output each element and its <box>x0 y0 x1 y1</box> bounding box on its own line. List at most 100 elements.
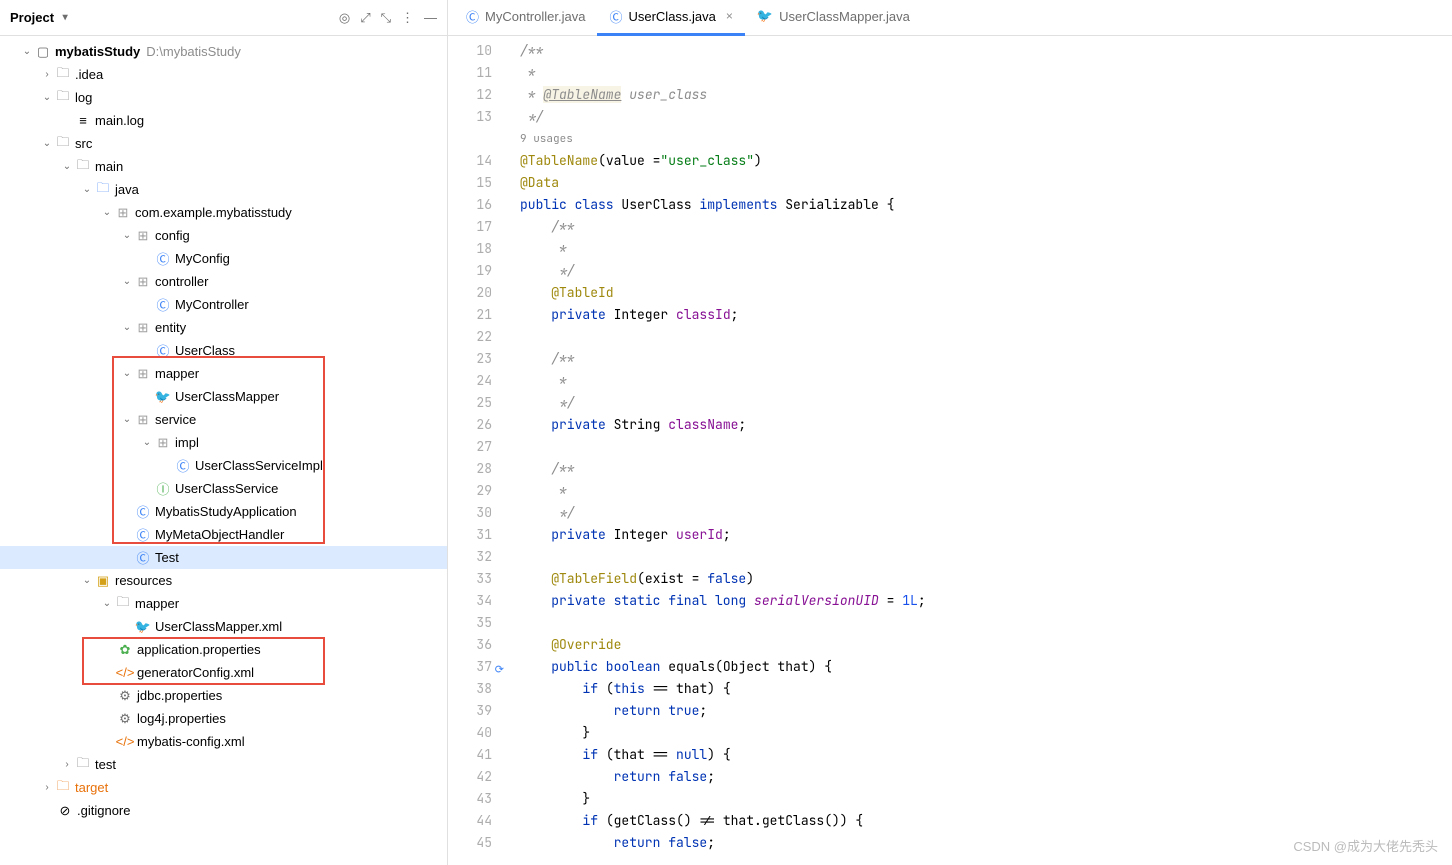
collapse-icon[interactable]: ⤡ <box>381 10 391 26</box>
tree-row[interactable]: ⌄⊞impl <box>0 431 447 454</box>
tree-row[interactable]: 🐦UserClassMapper <box>0 385 447 408</box>
editor-tab[interactable]: Ⓒ UserClass.java × <box>597 0 744 36</box>
folder-icon: 🗀 <box>54 133 72 155</box>
class-icon: Ⓒ <box>154 341 172 360</box>
tab-label: MyController.java <box>485 9 585 24</box>
tree-row[interactable]: ⚙jdbc.properties <box>0 684 447 707</box>
code[interactable]: /** * * @TableName user_class */9 usages… <box>506 36 1452 865</box>
chevron-down-icon: ⌄ <box>100 598 114 609</box>
properties-icon: ⚙ <box>116 711 134 727</box>
project-dropdown[interactable]: Project ▾ <box>10 10 72 25</box>
resources-folder-icon: ▣ <box>94 573 112 589</box>
tree-row[interactable]: ⒸUserClassServiceImpl <box>0 454 447 477</box>
chevron-right-icon: › <box>60 759 74 770</box>
tree-row[interactable]: ⌄🗀log <box>0 86 447 109</box>
editor-tab[interactable]: 🐦UserClassMapper.java <box>745 0 922 36</box>
editor-tabs: Ⓒ MyController.java Ⓒ UserClass.java × 🐦UserC… <box>448 0 1452 36</box>
xml-icon: </> <box>116 665 134 680</box>
gutter: 1011121314151617181920212223242526272829… <box>448 36 506 865</box>
chevron-down-icon: ⌄ <box>80 184 94 195</box>
chevron-down-icon: ⌄ <box>120 230 134 241</box>
package-icon: ⊞ <box>114 205 132 221</box>
chevron-down-icon: ⌄ <box>120 322 134 333</box>
tree-row[interactable]: ⊘.gitignore <box>0 799 447 822</box>
gitignore-icon: ⊘ <box>56 803 74 819</box>
locate-icon[interactable]: ◎ <box>339 10 350 26</box>
expand-icon[interactable]: ⤢ <box>360 10 370 26</box>
sidebar-header: Project ▾ ◎ ⤢ ⤡ ⋮ — <box>0 0 447 36</box>
tree-row[interactable]: ⒸTest <box>0 546 447 569</box>
chevron-down-icon: ⌄ <box>40 92 54 103</box>
project-sidebar: Project ▾ ◎ ⤢ ⤡ ⋮ — ⌄▢mybatisStudyD:\myb… <box>0 0 448 865</box>
tree-row[interactable]: ⌄🗀mapper <box>0 592 447 615</box>
xml-icon: </> <box>116 734 134 749</box>
properties-icon: ⚙ <box>116 688 134 704</box>
tree-row[interactable]: ✿application.properties <box>0 638 447 661</box>
class-icon: Ⓒ <box>134 548 152 567</box>
mybatis-icon: 🐦 <box>134 619 152 635</box>
code-editor[interactable]: 1011121314151617181920212223242526272829… <box>448 36 1452 865</box>
tree-row[interactable]: ›🗀.idea <box>0 63 447 86</box>
tree-row[interactable]: ⌄⊞config <box>0 224 447 247</box>
tree-row[interactable]: ⌄🗀java <box>0 178 447 201</box>
tree-row[interactable]: </>mybatis-config.xml <box>0 730 447 753</box>
folder-icon: 🗀 <box>54 87 72 109</box>
project-tree[interactable]: ⌄▢mybatisStudyD:\mybatisStudy ›🗀.idea ⌄🗀… <box>0 36 447 865</box>
chevron-down-icon: ⌄ <box>80 575 94 586</box>
tree-row[interactable]: ≡main.log <box>0 109 447 132</box>
tree-row[interactable]: ⌄⊞entity <box>0 316 447 339</box>
tree-row[interactable]: ⚙log4j.properties <box>0 707 447 730</box>
tree-row[interactable]: ⌄⊞service <box>0 408 447 431</box>
tree-row[interactable]: ⌄⊞controller <box>0 270 447 293</box>
tree-row[interactable]: 🐦UserClassMapper.xml <box>0 615 447 638</box>
usages-hint[interactable]: 9 usages <box>520 128 1452 150</box>
java-icon: Ⓒ <box>466 7 479 26</box>
tree-row[interactable]: </>generatorConfig.xml <box>0 661 447 684</box>
chevron-down-icon: ⌄ <box>20 46 34 57</box>
tree-row[interactable]: ⌄▢mybatisStudyD:\mybatisStudy <box>0 40 447 63</box>
folder-icon: 🗀 <box>74 156 92 178</box>
tree-row[interactable]: ⌄⊞com.example.mybatisstudy <box>0 201 447 224</box>
interface-icon: Ⓘ <box>154 479 172 498</box>
chevron-down-icon: ▾ <box>58 12 72 23</box>
file-icon: ≡ <box>74 113 92 128</box>
close-icon[interactable]: × <box>726 9 733 23</box>
chevron-down-icon: ⌄ <box>60 161 74 172</box>
minimize-icon[interactable]: — <box>424 10 437 26</box>
tab-label: UserClassMapper.java <box>779 9 910 24</box>
tree-row[interactable]: ⒸMyController <box>0 293 447 316</box>
tree-row[interactable]: ⒾUserClassService <box>0 477 447 500</box>
chevron-down-icon: ⌄ <box>40 138 54 149</box>
class-icon: Ⓒ <box>134 525 152 544</box>
chevron-right-icon: › <box>40 782 54 793</box>
tree-row[interactable]: ⒸUserClass <box>0 339 447 362</box>
tree-row[interactable]: ⒸMybatisStudyApplication <box>0 500 447 523</box>
chevron-down-icon: ⌄ <box>120 276 134 287</box>
tree-row[interactable]: ⒸMyMetaObjectHandler <box>0 523 447 546</box>
tree-row[interactable]: ⌄🗀main <box>0 155 447 178</box>
tree-row[interactable]: ›🗀target <box>0 776 447 799</box>
class-icon: Ⓒ <box>154 295 172 314</box>
tree-row[interactable]: ⒸMyConfig <box>0 247 447 270</box>
source-folder-icon: 🗀 <box>94 179 112 201</box>
tab-label: UserClass.java <box>628 9 715 24</box>
package-icon: ⊞ <box>154 435 172 451</box>
folder-icon: 🗀 <box>54 64 72 86</box>
chevron-down-icon: ⌄ <box>120 368 134 379</box>
package-icon: ⊞ <box>134 274 152 290</box>
editor-area: Ⓒ MyController.java Ⓒ UserClass.java × 🐦UserC… <box>448 0 1452 865</box>
chevron-down-icon: ⌄ <box>120 414 134 425</box>
folder-icon: 🗀 <box>114 593 132 615</box>
editor-tab[interactable]: Ⓒ MyController.java <box>454 0 597 36</box>
chevron-right-icon: › <box>40 69 54 80</box>
java-icon: Ⓒ <box>609 7 622 26</box>
tree-row[interactable]: ⌄▣resources <box>0 569 447 592</box>
tree-row[interactable]: ⌄⊞mapper <box>0 362 447 385</box>
more-icon[interactable]: ⋮ <box>401 10 414 26</box>
package-icon: ⊞ <box>134 228 152 244</box>
mybatis-icon: 🐦 <box>154 389 172 405</box>
chevron-down-icon: ⌄ <box>140 437 154 448</box>
class-icon: Ⓒ <box>154 249 172 268</box>
tree-row[interactable]: ⌄🗀src <box>0 132 447 155</box>
tree-row[interactable]: ›🗀test <box>0 753 447 776</box>
